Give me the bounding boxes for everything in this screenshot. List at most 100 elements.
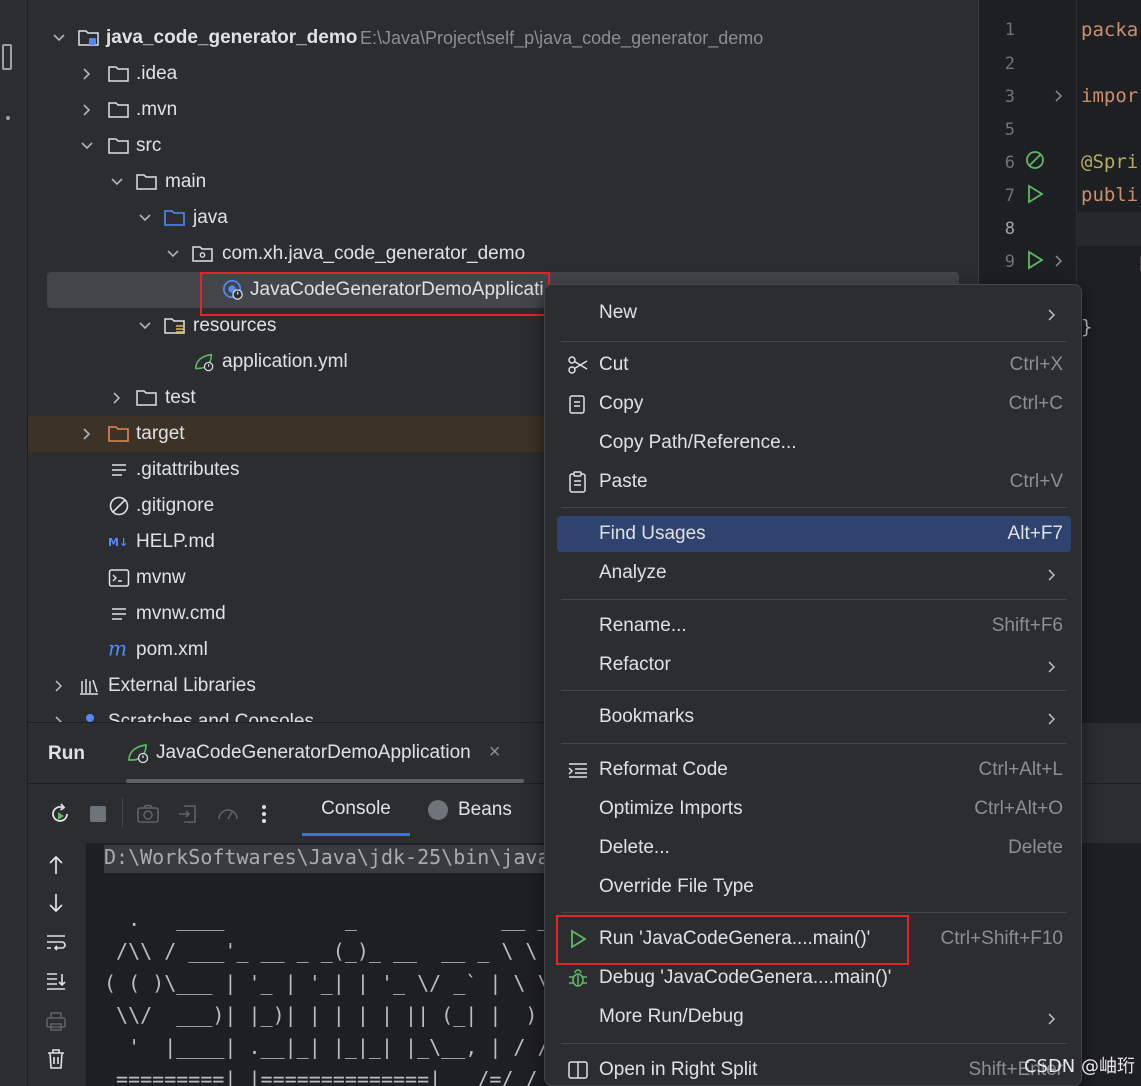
- menu-label: Copy Path/Reference...: [599, 432, 797, 453]
- arrow-down-icon[interactable]: [44, 891, 68, 915]
- menu-label: Delete...: [599, 837, 670, 858]
- project-tool-icon[interactable]: [2, 44, 12, 70]
- selection-highlight-box: [200, 272, 550, 316]
- debug-bug-icon: [567, 967, 589, 989]
- camera-icon[interactable]: [136, 802, 160, 826]
- tree-row-package[interactable]: com.xh.java_code_generator_demo: [28, 236, 976, 272]
- rerun-icon[interactable]: [48, 802, 72, 826]
- svg-text:M↓: M↓: [108, 536, 128, 549]
- chevron-down-icon[interactable]: [166, 247, 180, 261]
- chevron-right-icon[interactable]: [52, 715, 66, 722]
- tree-row-target[interactable]: target: [28, 416, 548, 452]
- tree-label: mvnw: [136, 567, 186, 588]
- menu-item-optimize-imports[interactable]: Optimize Imports Ctrl+Alt+O: [557, 791, 1071, 827]
- tree-label: application.yml: [222, 351, 348, 372]
- more-tools-icon[interactable]: [6, 116, 10, 120]
- soft-wrap-icon[interactable]: [44, 931, 68, 955]
- run-title: Run: [48, 743, 85, 764]
- copy-icon: [567, 393, 589, 415]
- chevron-down-icon[interactable]: [52, 31, 66, 45]
- tree-label: com.xh.java_code_generator_demo: [222, 243, 526, 264]
- tree-row-mvn[interactable]: .mvn: [28, 92, 976, 128]
- menu-separator: [561, 912, 1067, 913]
- chevron-right-icon[interactable]: [80, 67, 94, 81]
- tab-console[interactable]: Console: [302, 784, 410, 836]
- menu-label: Rename...: [599, 615, 687, 636]
- stop-icon[interactable]: [86, 802, 110, 826]
- menu-item-copy[interactable]: Copy Ctrl+C: [557, 386, 1071, 422]
- split-right-icon: [567, 1059, 589, 1081]
- menu-item-reformat[interactable]: Reformat Code Ctrl+Alt+L: [557, 752, 1071, 788]
- run-gutter-icon[interactable]: [1025, 184, 1045, 209]
- toolbar-separator: [122, 798, 123, 828]
- context-menu: New Cut Ctrl+X Copy Ctrl+C Copy Path/Ref…: [544, 284, 1082, 1086]
- menu-label: Refactor: [599, 654, 671, 675]
- tree-row-root[interactable]: java_code_generator_demo E:\Java\Project…: [28, 20, 976, 56]
- menu-item-override-file-type[interactable]: Override File Type: [557, 869, 1071, 905]
- menu-item-open-right-split[interactable]: Open in Right Split Shift+Enter: [557, 1052, 1071, 1085]
- scroll-to-end-icon[interactable]: [44, 969, 68, 993]
- module-folder-icon: [78, 28, 100, 48]
- menu-item-copy-path[interactable]: Copy Path/Reference...: [557, 425, 1071, 461]
- line-number: 2: [1004, 54, 1015, 74]
- folder-icon: [136, 388, 158, 408]
- menu-item-find-usages[interactable]: Find Usages Alt+F7: [557, 516, 1071, 552]
- chevron-right-icon[interactable]: [110, 391, 124, 405]
- menu-separator: [561, 507, 1067, 508]
- menu-item-new[interactable]: New: [557, 295, 1071, 331]
- menu-item-delete[interactable]: Delete... Delete: [557, 830, 1071, 866]
- menu-shortcut: Ctrl+C: [1008, 393, 1063, 414]
- menu-separator: [561, 341, 1067, 342]
- menu-item-more-run-debug[interactable]: More Run/Debug: [557, 999, 1071, 1035]
- tree-row-java[interactable]: java: [28, 200, 976, 236]
- chevron-down-icon[interactable]: [138, 211, 152, 225]
- menu-shortcut: Ctrl+V: [1009, 471, 1063, 492]
- spring-config-icon: [193, 352, 215, 372]
- run-gutter-icon[interactable]: [1025, 250, 1045, 275]
- menu-item-analyze[interactable]: Analyze: [557, 555, 1071, 591]
- chevron-right-icon[interactable]: [80, 103, 94, 117]
- menu-item-refactor[interactable]: Refactor: [557, 647, 1071, 683]
- tree-row-main[interactable]: main: [28, 164, 976, 200]
- console-line: . ____ _ __ _ _: [104, 907, 574, 931]
- maven-icon: m: [108, 640, 130, 660]
- chevron-down-icon[interactable]: [80, 139, 94, 153]
- chevron-right-icon[interactable]: [52, 679, 66, 693]
- run-config-tab[interactable]: JavaCodeGeneratorDemoApplication ×: [126, 741, 500, 764]
- menu-item-paste[interactable]: Paste Ctrl+V: [557, 464, 1071, 500]
- print-icon[interactable]: [44, 1009, 68, 1033]
- arrow-up-icon[interactable]: [44, 853, 68, 877]
- exit-icon[interactable]: [176, 802, 200, 826]
- run-highlight-box: [556, 915, 909, 965]
- trash-icon[interactable]: [44, 1047, 68, 1071]
- fold-chevron-icon[interactable]: [1053, 254, 1065, 273]
- folder-icon: [108, 136, 130, 156]
- menu-separator: [561, 599, 1067, 600]
- chevron-down-icon[interactable]: [110, 175, 124, 189]
- menu-item-debug[interactable]: Debug 'JavaCodeGenera....main()': [557, 960, 1071, 996]
- close-tab-icon[interactable]: ×: [489, 741, 501, 764]
- more-options-icon[interactable]: [252, 802, 276, 826]
- tree-label: src: [136, 135, 162, 156]
- console-line: /\\ / ___'_ __ _ _(_)_ __ __ _ \ \ \ \: [104, 939, 586, 963]
- chevron-down-icon[interactable]: [138, 319, 152, 333]
- text-file-icon: [108, 460, 130, 480]
- tree-row-idea[interactable]: .idea: [28, 56, 976, 92]
- chevron-right-icon[interactable]: [80, 427, 94, 441]
- line-number: 1: [1004, 20, 1015, 40]
- tree-label: .gitattributes: [136, 459, 240, 480]
- menu-item-cut[interactable]: Cut Ctrl+X: [557, 347, 1071, 383]
- tab-beans[interactable]: Beans: [428, 784, 512, 836]
- menu-item-rename[interactable]: Rename... Shift+F6: [557, 608, 1071, 644]
- fold-chevron-icon[interactable]: [1053, 89, 1065, 108]
- menu-label: Override File Type: [599, 876, 754, 897]
- profiler-icon[interactable]: [216, 802, 240, 826]
- tree-row-src[interactable]: src: [28, 128, 976, 164]
- code-line: @Spri: [1081, 151, 1139, 173]
- spring-boot-icon: [126, 742, 150, 764]
- line-number: 7: [1004, 186, 1015, 206]
- menu-label: Reformat Code: [599, 759, 728, 780]
- submenu-arrow-icon: [1045, 1010, 1059, 1025]
- menu-item-bookmarks[interactable]: Bookmarks: [557, 699, 1071, 735]
- spring-bean-gutter-icon[interactable]: [1025, 150, 1047, 177]
